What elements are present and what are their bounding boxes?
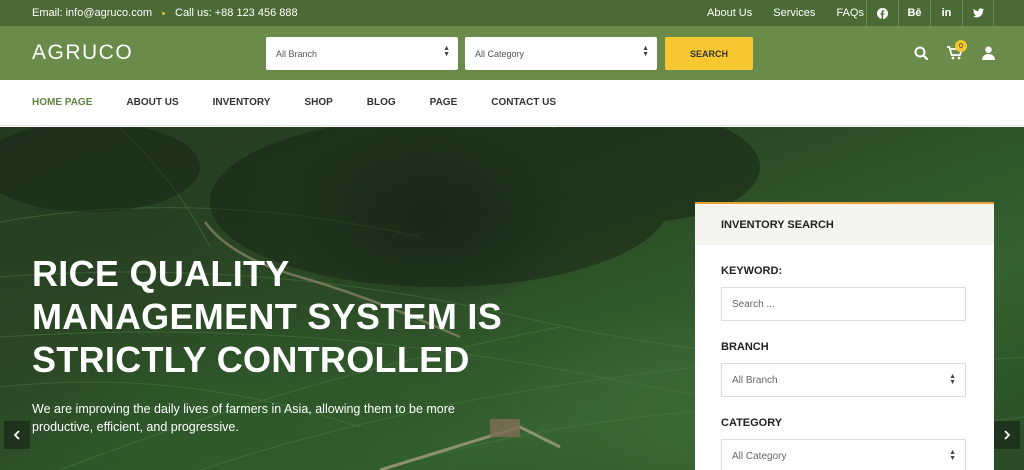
hero-title: RICE QUALITY MANAGEMENT SYSTEM IS STRICT…: [32, 253, 503, 380]
inventory-category-value: All Category: [732, 450, 787, 462]
keyword-label: KEYWORD:: [721, 265, 783, 277]
select-arrows-icon: ▲ ▼: [949, 449, 956, 462]
keyword-input[interactable]: Search ...: [721, 287, 966, 321]
category-select[interactable]: All Category ▲ ▼: [465, 37, 657, 70]
search-button[interactable]: SEARCH: [665, 37, 753, 70]
logo[interactable]: AGRUCO: [32, 41, 133, 65]
branch-select-value: All Branch: [276, 48, 318, 59]
prev-slide-button[interactable]: [4, 421, 30, 449]
inventory-branch-select[interactable]: All Branch ▲ ▼: [721, 363, 966, 397]
nav-item-shop[interactable]: SHOP: [304, 97, 332, 108]
nav-item-page[interactable]: PAGE: [430, 97, 458, 108]
next-slide-button[interactable]: [994, 421, 1020, 449]
keyword-input-placeholder: Search ...: [732, 298, 775, 310]
top-bar: Email: info@agruco.com Call us: +88 123 …: [0, 0, 1024, 26]
user-icon[interactable]: [978, 43, 998, 63]
facebook-icon[interactable]: [866, 0, 898, 26]
nav-item-contact-us[interactable]: CONTACT US: [491, 97, 556, 108]
email-text[interactable]: Email: info@agruco.com: [32, 7, 152, 19]
select-arrows-icon: ▲ ▼: [443, 45, 450, 58]
nav-item-inventory[interactable]: INVENTORY: [213, 97, 271, 108]
phone-text[interactable]: Call us: +88 123 456 888: [175, 7, 298, 19]
category-select-value: All Category: [475, 48, 525, 59]
main-header: AGRUCO All Branch ▲ ▼ All Category ▲ ▼ SEA…: [0, 26, 1024, 80]
behance-icon[interactable]: Bē: [898, 0, 930, 26]
top-links: About Us Services FAQs: [707, 0, 885, 26]
category-label: CATEGORY: [721, 417, 783, 429]
main-nav: HOME PAGE ABOUT US INVENTORY SHOP BLOG P…: [0, 80, 1024, 126]
branch-select[interactable]: All Branch ▲ ▼: [266, 37, 458, 70]
chevron-left-icon: [13, 430, 20, 440]
inventory-search-title: INVENTORY SEARCH: [695, 204, 994, 245]
social-links: Bē in: [866, 0, 994, 26]
top-link-services[interactable]: Services: [773, 7, 815, 19]
hero-description: We are improving the daily lives of farm…: [32, 402, 455, 434]
inventory-category-select[interactable]: All Category ▲ ▼: [721, 439, 966, 470]
select-arrows-icon: ▲ ▼: [949, 373, 956, 386]
nav-item-about-us[interactable]: ABOUT US: [126, 97, 178, 108]
nav-item-home-page[interactable]: HOME PAGE: [32, 97, 92, 108]
chevron-right-icon: [1004, 430, 1011, 440]
linkedin-icon[interactable]: in: [930, 0, 962, 26]
branch-label: BRANCH: [721, 341, 769, 353]
top-link-faqs[interactable]: FAQs: [836, 7, 864, 19]
twitter-icon[interactable]: [962, 0, 994, 26]
search-icon[interactable]: [911, 43, 931, 63]
top-link-about-us[interactable]: About Us: [707, 7, 752, 19]
inventory-branch-value: All Branch: [732, 374, 778, 386]
contact-info: Email: info@agruco.com Call us: +88 123 …: [32, 7, 298, 19]
separator-dot: [162, 11, 165, 15]
nav-item-blog[interactable]: BLOG: [367, 97, 396, 108]
inventory-search-panel: INVENTORY SEARCH KEYWORD: Search ... BRA…: [695, 202, 994, 470]
cart-count-badge: 0: [955, 40, 967, 52]
select-arrows-icon: ▲ ▼: [642, 45, 649, 58]
